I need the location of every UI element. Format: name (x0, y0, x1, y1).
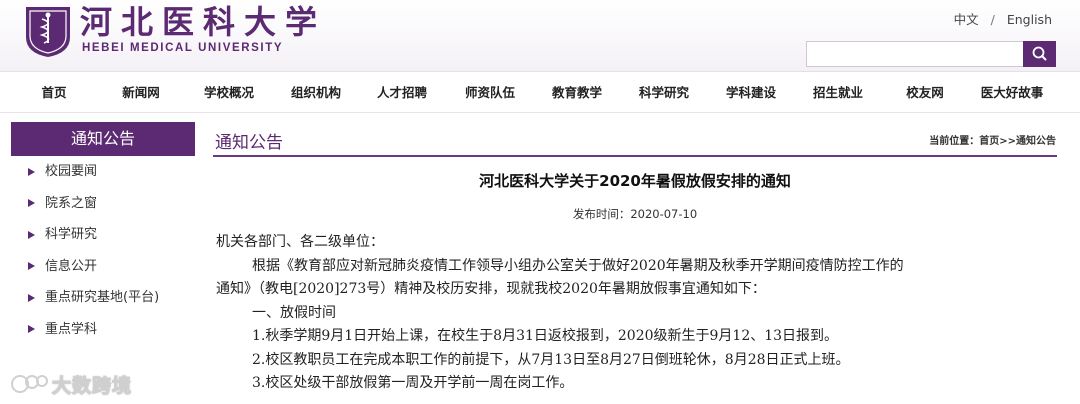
sidebar-item[interactable]: 院系之窗 (11, 188, 195, 220)
article-line: 根据《教育部应对新冠肺炎疫情工作领导小组办公室关于做好2020年暑期及秋季开学期… (252, 257, 904, 274)
nav-item[interactable]: 教育教学 (552, 73, 602, 113)
sidebar-item-label: 信息公开 (45, 258, 98, 274)
sidebar-item[interactable]: 信息公开 (11, 251, 195, 283)
sidebar-item-label: 科学研究 (45, 227, 98, 242)
search-box (806, 41, 1056, 67)
nav-item[interactable]: 科学研究 (639, 73, 689, 113)
nav-item[interactable]: 学校概况 (204, 73, 254, 113)
section-title: 通知公告 (215, 133, 283, 153)
article-line: 3.校区处级干部放假第一周及开学前一周在岗工作。 (252, 375, 574, 391)
watermark-text: 大数跨境 (51, 375, 133, 398)
sidebar-list: 校园要闻院系之窗科学研究信息公开重点研究基地(平台) 重点学科 (11, 156, 195, 345)
sidebar-item[interactable]: 校园要闻 (11, 156, 195, 188)
search-icon (1032, 46, 1047, 61)
nav-item[interactable]: 人才招聘 (377, 73, 427, 113)
publish-label: 发布时间： (572, 207, 631, 221)
sidebar-item[interactable]: 科学研究 (11, 219, 195, 251)
nav-item[interactable]: 医大好故事 (981, 73, 1044, 113)
nav-item[interactable]: 招生就业 (813, 73, 863, 113)
nav-item[interactable]: 组织机构 (291, 73, 341, 113)
logo-english-name[interactable]: HEBEI MEDICAL UNIVERSITY (82, 42, 283, 54)
article-line: 1.秋季学期9月1日开始上课，在校生于8月31日返校报到，2020级新生于9月1… (252, 328, 839, 344)
nav-item[interactable]: 学科建设 (726, 73, 776, 113)
breadcrumb[interactable]: 当前位置：首页>>通知公告 (929, 132, 1056, 147)
sidebar-item-label: 重点研究基地(平台) (45, 290, 160, 305)
sidebar-item-label: 院系之窗 (45, 195, 98, 211)
article-line: 一、放假时间 (252, 304, 336, 321)
site-header: 河北医科大学 HEBEI MEDICAL UNIVERSITY 中文 / Engli… (0, 0, 1080, 72)
nav-item[interactable]: 首页 (41, 73, 66, 113)
nav-item[interactable]: 校友网 (906, 73, 944, 113)
article-body: 机关各部门、各二级单位： 根据《教育部应对新冠肺炎疫情工作领导小组办公室关于做好… (216, 231, 1060, 396)
nav-item[interactable]: 师资队伍 (465, 73, 515, 113)
sidebar-item-label: 校园要闻 (45, 164, 98, 179)
section-divider (213, 155, 1057, 157)
main-nav: 首页 新闻网 学校概况 组织机构 人才招聘 师资队伍 教育教学 科学研究 学科建设 招生就业 校友网… (0, 73, 1080, 113)
search-input[interactable] (806, 41, 1023, 67)
article-title: 河北医科大学关于2020年暑假放假安排的通知 (479, 172, 791, 190)
language-switcher: 中文 / English (954, 9, 1052, 28)
triangle-right-icon (28, 199, 35, 207)
university-seal-icon[interactable] (22, 3, 74, 59)
publish-info: 发布时间：2020-07-10 (213, 206, 1057, 222)
sidebar-item-label: 重点学科 (45, 321, 98, 337)
sidebar-item[interactable]: 重点研究基地(平台) (11, 282, 195, 314)
watermark-logo-icon (11, 375, 48, 393)
lang-separator: / (990, 12, 995, 27)
triangle-right-icon (28, 325, 35, 333)
lang-english-link[interactable]: English (1007, 12, 1052, 27)
triangle-right-icon (28, 167, 35, 176)
sidebar-title: 通知公告 (11, 122, 195, 156)
triangle-right-icon (28, 262, 35, 270)
nav-item[interactable]: 新闻网 (122, 73, 160, 113)
search-button[interactable] (1023, 41, 1056, 67)
article-line: 机关各部门、各二级单位： (216, 234, 384, 250)
logo-chinese-name[interactable]: 河北医科大学 (80, 2, 326, 42)
publish-date: 2020-07-10 (630, 207, 698, 221)
triangle-right-icon (28, 230, 35, 239)
triangle-right-icon (28, 293, 35, 302)
article-line: 2.校区教职员工在完成本职工作的前提下，从7月13日至8月27日倒班轮休，8月2… (252, 351, 850, 368)
lang-chinese-link[interactable]: 中文 (954, 9, 979, 28)
sidebar-item[interactable]: 重点学科 (11, 314, 195, 346)
article-line: 通知》（教电[2020]273号）精神及校历安排，现就我校2020年暑期放假事宜… (216, 281, 766, 297)
